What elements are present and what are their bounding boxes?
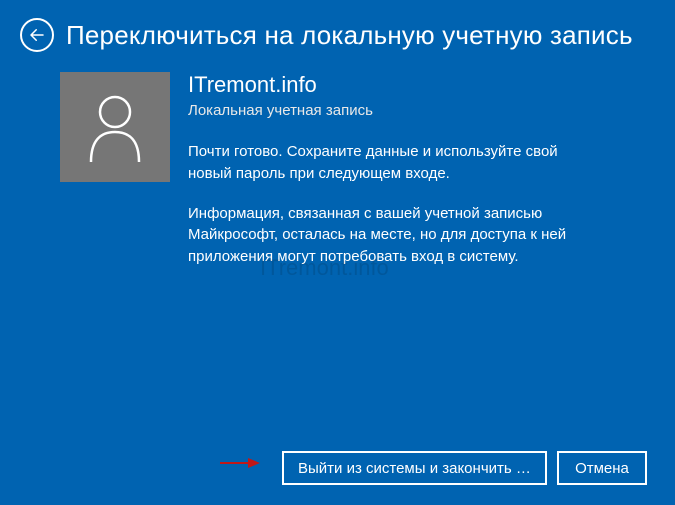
back-button[interactable] — [20, 18, 54, 52]
user-icon — [85, 90, 145, 164]
page-title: Переключиться на локальную учетную запис… — [66, 20, 633, 51]
avatar — [60, 72, 170, 182]
arrow-left-icon — [28, 26, 46, 44]
sign-out-finish-button[interactable]: Выйти из системы и закончить р... — [282, 451, 547, 485]
account-type-label: Локальная учетная запись — [188, 102, 600, 119]
info-paragraph-1: Почти готово. Сохраните данные и использ… — [188, 141, 600, 185]
annotation-arrow — [220, 456, 260, 475]
username: ITremont.info — [188, 72, 600, 98]
cancel-button[interactable]: Отмена — [557, 451, 647, 485]
info-paragraph-2: Информация, связанная с вашей учетной за… — [188, 203, 600, 268]
